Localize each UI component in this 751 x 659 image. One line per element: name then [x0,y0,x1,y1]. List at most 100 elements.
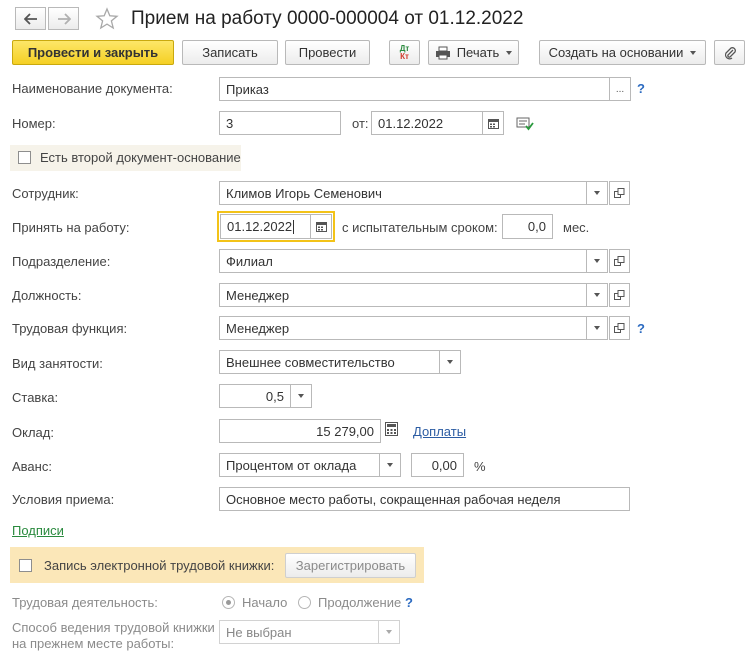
employee-dropdown-button[interactable] [587,181,608,205]
hire-date-input[interactable]: 01.12.2022 [220,214,311,239]
position-input[interactable]: Менеджер [219,283,587,307]
attach-button[interactable] [714,40,745,65]
chevron-down-icon [594,326,600,330]
open-window-icon [614,255,625,266]
chevron-down-icon [594,293,600,297]
rate-dropdown-button[interactable] [291,384,312,408]
labor-function-input[interactable]: Менеджер [219,316,587,340]
forward-button[interactable] [48,7,79,30]
number-settings-icon[interactable] [516,115,534,131]
probation-unit: мес. [563,220,590,235]
option-continue-label: Продолжение [318,595,402,610]
position-open-button[interactable] [609,283,630,307]
help-icon[interactable]: ? [637,321,645,336]
labor-function-open-button[interactable] [609,316,630,340]
arrow-left-icon [23,12,37,25]
employee-label: Сотрудник: [12,186,79,201]
post-button[interactable]: Провести [285,40,370,65]
back-button[interactable] [15,7,46,30]
department-input[interactable]: Филиал [219,249,587,273]
employment-type-select[interactable]: Внешнее совместительство [219,350,440,374]
window-title: Прием на работу 0000-000004 от 01.12.202… [131,8,524,29]
doc-date-input[interactable]: 01.12.2022 [371,111,483,135]
hire-date-picker-button[interactable] [311,214,332,239]
chevron-down-icon [447,360,453,364]
conditions-input[interactable]: Основное место работы, сокращенная рабоч… [219,487,630,511]
option-start-radio[interactable] [222,596,235,609]
chevron-down-icon [386,630,392,634]
help-icon[interactable]: ? [405,595,413,610]
date-from-label: от: [352,116,369,131]
hire-date-value: 01.12.2022 [227,219,293,234]
employment-type-dropdown-button[interactable] [440,350,461,374]
register-button[interactable]: Зарегистрировать [285,553,416,578]
labor-function-dropdown-button[interactable] [587,316,608,340]
print-button[interactable]: Печать [428,40,519,65]
print-label: Печать [456,45,500,60]
employee-open-button[interactable] [609,181,630,205]
advance-value-input[interactable]: 0,00 [411,453,464,477]
etk-label: Запись электронной трудовой книжки: [44,558,275,573]
open-window-icon [614,322,625,333]
post-and-close-button[interactable]: Провести и закрыть [12,40,174,65]
position-dropdown-button[interactable] [587,283,608,307]
rate-input[interactable]: 0,5 [219,384,291,408]
calculator-icon[interactable] [385,422,399,438]
rate-label: Ставка: [12,390,59,405]
printer-icon [435,46,450,59]
advance-unit: % [474,459,486,474]
position-label: Должность: [12,288,82,303]
probation-input[interactable]: 0,0 [502,214,553,239]
labor-function-label: Трудовая функция: [12,321,128,336]
number-input[interactable]: 3 [219,111,341,135]
advance-type-select[interactable]: Процентом от оклада [219,453,380,477]
help-icon[interactable]: ? [637,81,645,96]
signatures-link[interactable]: Подписи [12,523,64,538]
method-select[interactable]: Не выбран [219,620,379,644]
labor-activity-label: Трудовая деятельность: [12,595,158,610]
department-dropdown-button[interactable] [587,249,608,273]
open-window-icon [614,289,625,300]
calendar-icon [315,222,327,232]
salary-input[interactable]: 15 279,00 [219,419,381,443]
method-label-line2: на прежнем месте работы: [12,636,175,651]
method-dropdown-button[interactable] [379,620,400,644]
advance-label: Аванс: [12,459,52,474]
dt-kt-button[interactable]: Дт Кт [389,40,420,65]
doc-name-select-button[interactable]: ... [610,77,631,101]
option-start-label: Начало [242,595,288,610]
option-continue-radio[interactable] [298,596,311,609]
department-label: Подразделение: [12,254,111,269]
chevron-down-icon [298,394,304,398]
create-based-on-button[interactable]: Создать на основании [539,40,706,65]
doc-date-picker-button[interactable] [483,111,504,135]
text-cursor [293,219,295,234]
hire-date-label: Принять на работу: [12,220,130,235]
second-doc-checkbox[interactable] [18,151,31,164]
etk-checkbox[interactable] [19,559,32,572]
dt-kt-icon: Дт Кт [400,44,410,61]
employee-input[interactable]: Климов Игорь Семенович [219,181,587,205]
chevron-down-icon [506,50,513,55]
arrow-right-icon [57,12,71,25]
method-label-line1: Способ ведения трудовой книжки [12,620,215,635]
doc-name-label: Наименование документа: [12,81,173,96]
chevron-down-icon [594,191,600,195]
paperclip-icon [724,46,736,59]
probation-label: с испытательным сроком: [342,220,498,235]
advance-type-dropdown-button[interactable] [380,453,401,477]
conditions-label: Условия приема: [12,492,115,507]
second-doc-label: Есть второй документ-основание [40,150,241,165]
favorite-star-icon[interactable] [95,7,121,31]
save-button[interactable]: Записать [182,40,278,65]
chevron-down-icon [387,463,393,467]
number-label: Номер: [12,116,56,131]
department-open-button[interactable] [609,249,630,273]
open-window-icon [614,187,625,198]
chevron-down-icon [690,50,697,55]
doc-name-input[interactable]: Приказ [219,77,610,101]
create-based-label: Создать на основании [548,45,684,60]
kt-label: Кт [400,51,409,61]
calendar-icon [487,118,499,129]
allowances-link[interactable]: Доплаты [413,424,466,439]
